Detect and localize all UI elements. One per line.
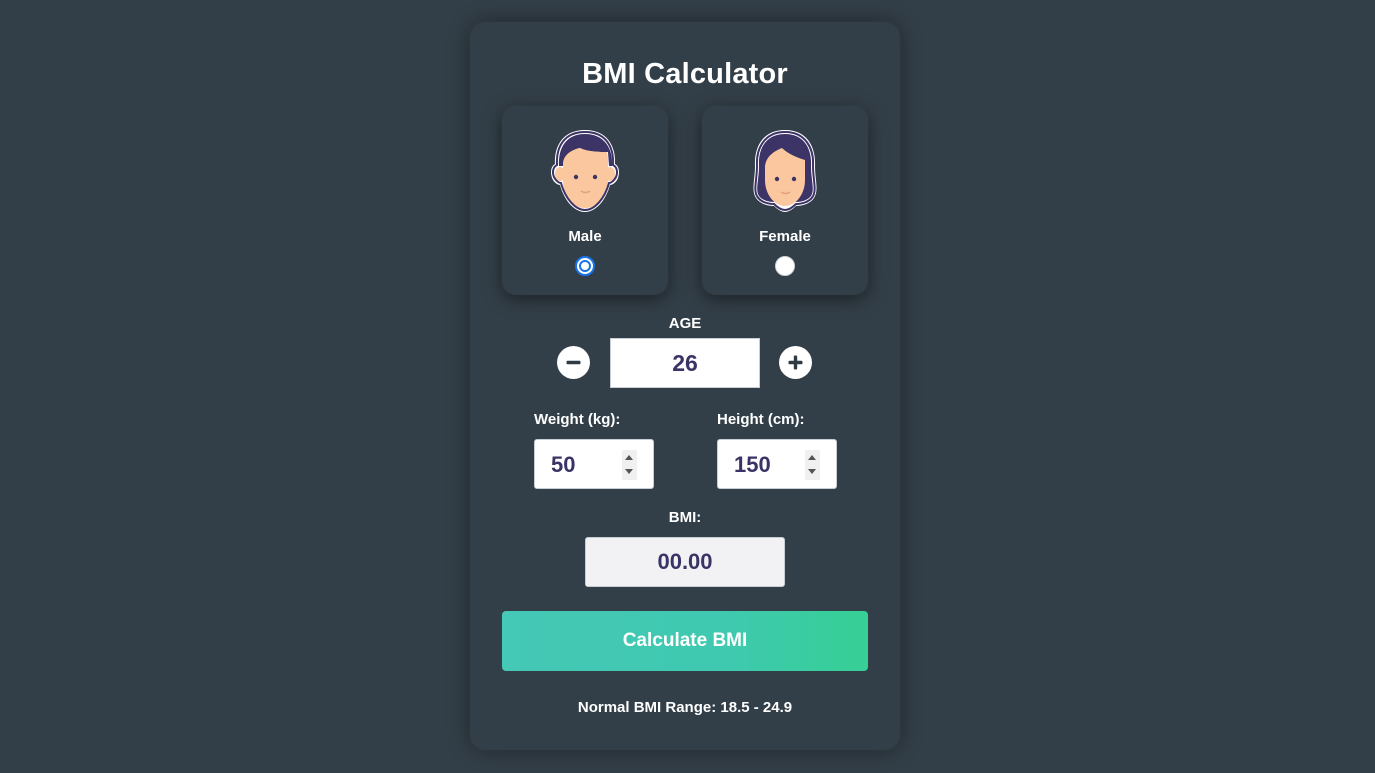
age-decrement-button[interactable] <box>557 346 590 379</box>
height-spinner[interactable] <box>805 450 820 480</box>
bmi-calculator-card: BMI Calculator Male Female AGE 26 Weight… <box>470 22 900 750</box>
male-radio[interactable] <box>575 256 595 276</box>
age-value-field[interactable]: 26 <box>610 338 760 388</box>
normal-range-text: Normal BMI Range: 18.5 - 24.9 <box>577 699 793 716</box>
spin-up-icon[interactable] <box>808 455 816 460</box>
age-increment-button[interactable] <box>779 346 812 379</box>
weight-value: 50 <box>551 452 576 477</box>
gender-label-male: Male <box>568 228 602 245</box>
bmi-label: BMI: <box>668 509 702 526</box>
plus-icon <box>788 355 803 370</box>
calculate-bmi-button[interactable]: Calculate BMI <box>502 611 868 671</box>
height-label: Height (cm): <box>717 411 805 428</box>
bmi-result-field: 00.00 <box>585 537 785 587</box>
page-title: BMI Calculator <box>582 58 788 90</box>
gender-label-female: Female <box>759 228 811 245</box>
gender-option-male[interactable]: Male <box>502 106 668 295</box>
spin-up-icon[interactable] <box>625 455 633 460</box>
minus-icon <box>566 360 581 365</box>
female-radio[interactable] <box>775 256 795 276</box>
gender-option-female[interactable]: Female <box>702 106 868 295</box>
height-value: 150 <box>734 452 771 477</box>
weight-input[interactable]: 50 <box>534 439 654 489</box>
age-label: AGE <box>668 315 702 332</box>
height-input[interactable]: 150 <box>717 439 837 489</box>
male-avatar-icon <box>551 130 619 212</box>
female-avatar-icon <box>753 130 817 212</box>
weight-spinner[interactable] <box>622 450 637 480</box>
weight-label: Weight (kg): <box>534 411 621 428</box>
spin-down-icon[interactable] <box>625 469 633 474</box>
spin-down-icon[interactable] <box>808 469 816 474</box>
